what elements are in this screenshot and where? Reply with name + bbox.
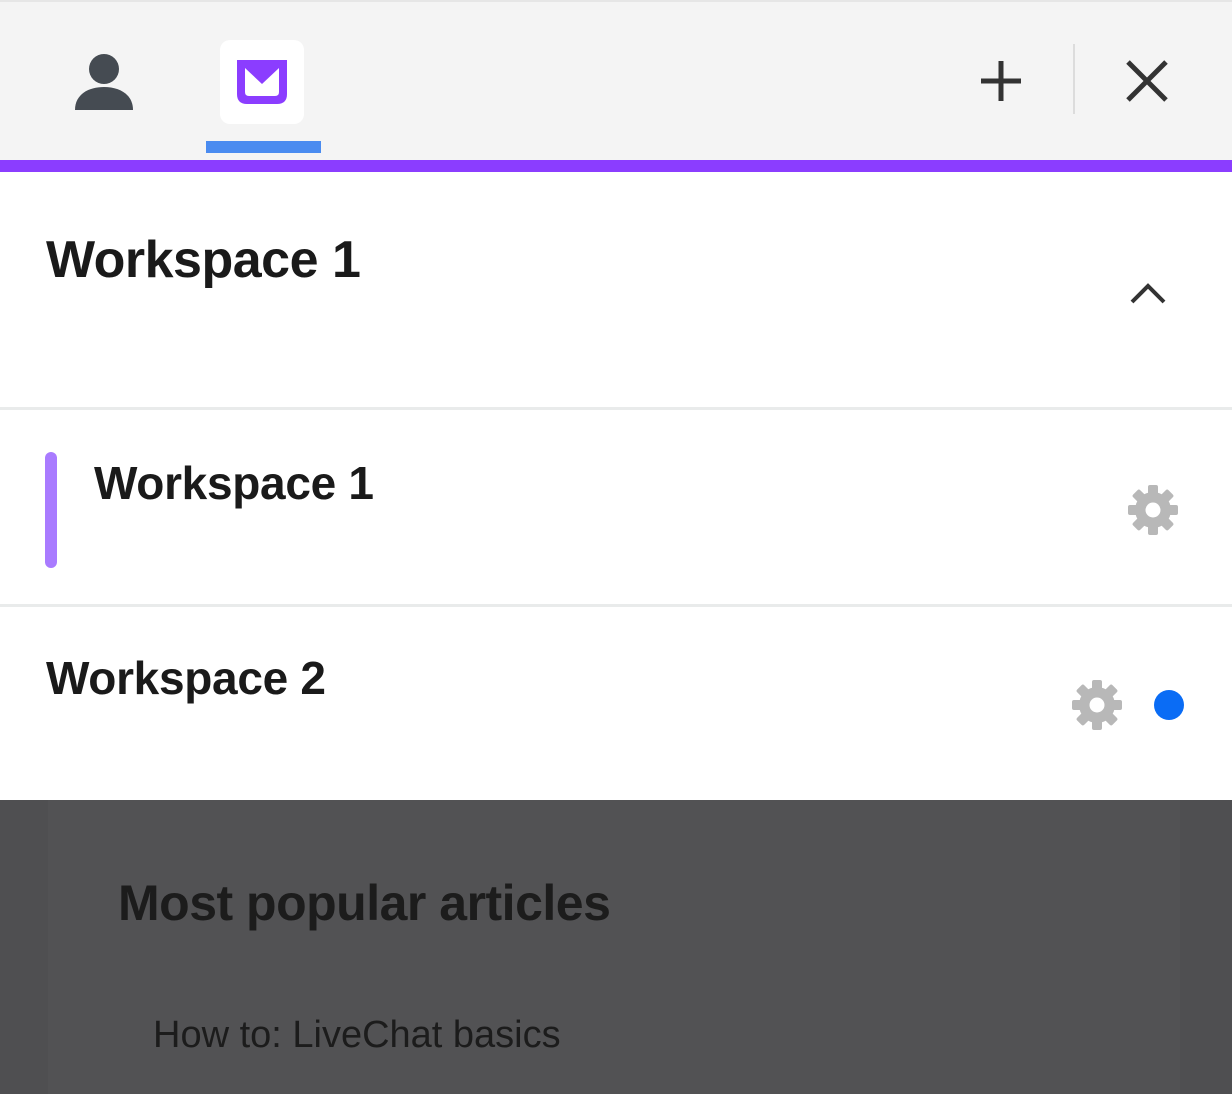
workspace-settings-button[interactable] xyxy=(1125,482,1181,538)
workspace-name: Workspace 1 xyxy=(94,457,374,509)
add-workspace-button[interactable] xyxy=(968,48,1034,114)
workspace-switcher-panel: Workspace 1 Workspace 1 Workspace 2 Most… xyxy=(0,0,1232,1094)
workspace-dropdown-header[interactable]: Workspace 1 xyxy=(0,172,1232,410)
chevron-up-icon xyxy=(1130,283,1166,304)
plus-icon xyxy=(981,61,1021,101)
selected-indicator xyxy=(45,452,57,568)
article-link[interactable]: How to: LiveChat basics xyxy=(153,1014,561,1057)
close-button[interactable] xyxy=(1114,48,1180,114)
toolbar-divider xyxy=(1073,44,1075,114)
tab-livechat-app[interactable] xyxy=(220,40,304,124)
gear-icon xyxy=(1128,485,1178,535)
tab-profile[interactable] xyxy=(64,42,144,122)
livechat-app-icon xyxy=(237,60,287,104)
brand-accent-bar xyxy=(0,160,1232,172)
person-icon xyxy=(75,54,133,110)
section-title: Most popular articles xyxy=(118,875,611,931)
collapse-toggle[interactable] xyxy=(1118,268,1178,318)
workspace-item-1[interactable]: Workspace 1 xyxy=(0,410,1232,607)
active-tab-indicator xyxy=(206,141,321,153)
gear-icon xyxy=(1072,680,1122,730)
workspace-settings-button[interactable] xyxy=(1069,677,1125,733)
unread-dot xyxy=(1154,690,1184,720)
workspace-item-2[interactable]: Workspace 2 xyxy=(0,607,1232,800)
top-tab-bar xyxy=(0,0,1232,160)
close-icon xyxy=(1126,60,1168,102)
workspace-name: Workspace 2 xyxy=(46,652,326,704)
current-workspace-title: Workspace 1 xyxy=(46,231,361,289)
